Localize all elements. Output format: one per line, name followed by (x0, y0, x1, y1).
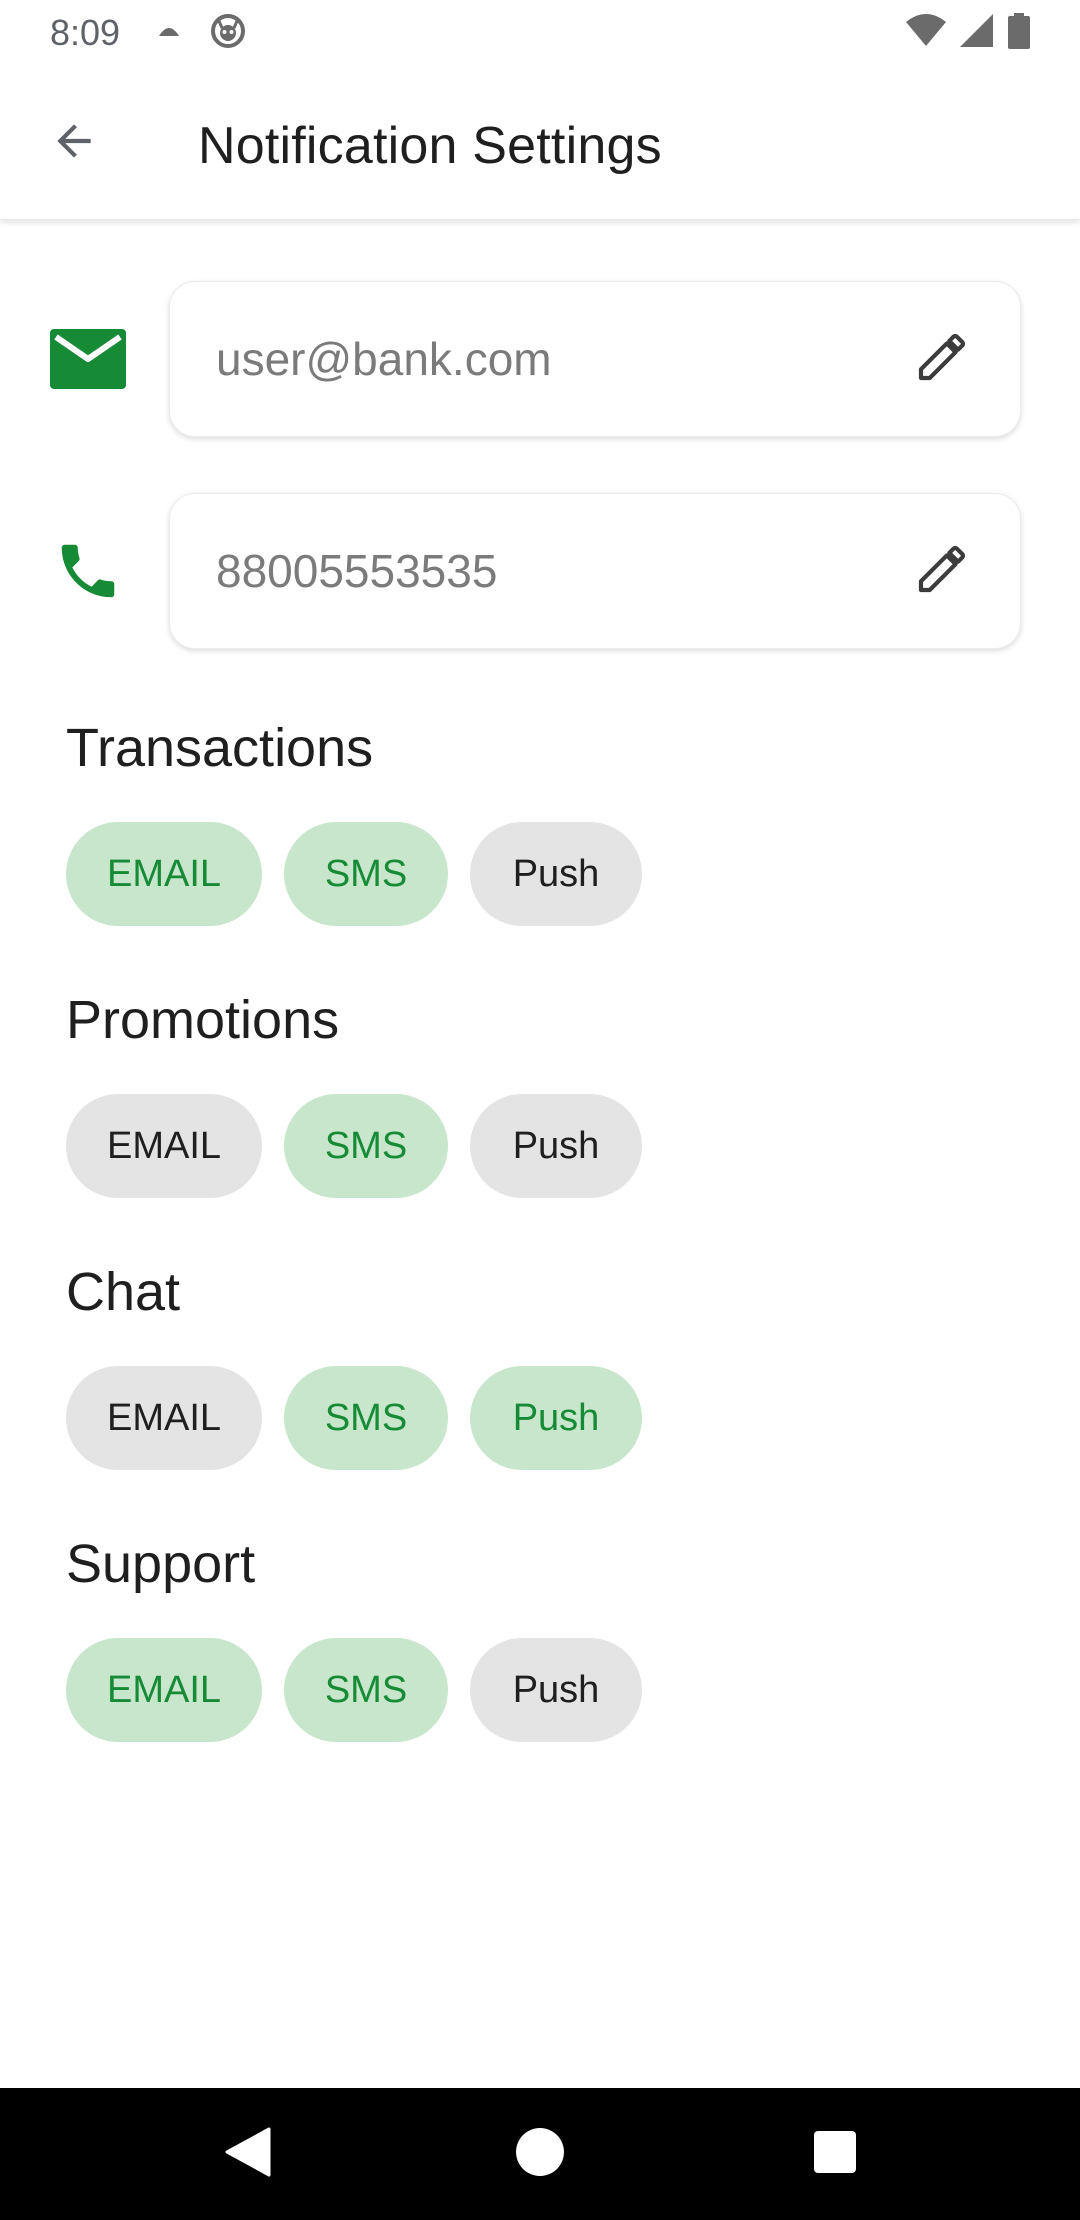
home-circle-icon (514, 2126, 566, 2183)
email-field[interactable]: user@bank.com (169, 281, 1021, 437)
category-chat: Chat EMAIL SMS Push (66, 1256, 642, 1470)
phone-value: 88005553535 (216, 545, 498, 597)
channel-chips: EMAIL SMS Push (66, 1094, 642, 1198)
mail-icon (50, 321, 126, 397)
channel-chips: EMAIL SMS Push (66, 1638, 642, 1742)
back-button[interactable] (44, 113, 104, 173)
category-title: Chat (66, 1262, 181, 1322)
chip-support-email[interactable]: EMAIL (66, 1638, 262, 1742)
chip-support-push[interactable]: Push (470, 1638, 642, 1742)
edit-phone-button[interactable] (912, 541, 972, 601)
category-title: Promotions (66, 990, 340, 1050)
chip-support-sms[interactable]: SMS (284, 1638, 448, 1742)
chip-promotions-push[interactable]: Push (470, 1094, 642, 1198)
wifi-icon (906, 13, 946, 53)
cellular-signal-icon (960, 13, 994, 53)
pencil-icon (914, 329, 970, 390)
category-title: Support (66, 1534, 256, 1594)
category-support: Support EMAIL SMS Push (66, 1528, 642, 1742)
channel-chips: EMAIL SMS Push (66, 1366, 642, 1470)
nav-back-button[interactable] (188, 2088, 308, 2220)
category-transactions: Transactions EMAIL SMS Push (66, 712, 642, 926)
back-triangle-icon (225, 2127, 271, 2182)
pencil-icon (914, 541, 970, 602)
phone-icon (50, 533, 126, 609)
app-bar: Notification Settings (0, 66, 1080, 220)
chip-transactions-sms[interactable]: SMS (284, 822, 448, 926)
chip-chat-sms[interactable]: SMS (284, 1366, 448, 1470)
nav-recents-button[interactable] (775, 2088, 895, 2220)
chip-transactions-push[interactable]: Push (470, 822, 642, 926)
edit-email-button[interactable] (912, 329, 972, 389)
phone-field[interactable]: 88005553535 (169, 493, 1021, 649)
chip-chat-email[interactable]: EMAIL (66, 1366, 262, 1470)
page-title: Notification Settings (198, 117, 662, 175)
channel-chips: EMAIL SMS Push (66, 822, 642, 926)
robot-notification-icon (210, 13, 246, 54)
battery-icon (1008, 12, 1030, 54)
email-value: user@bank.com (216, 333, 552, 385)
arrow-back-icon (49, 116, 99, 171)
chip-chat-push[interactable]: Push (470, 1366, 642, 1470)
category-promotions: Promotions EMAIL SMS Push (66, 984, 642, 1198)
phone-contact-row: 88005553535 (0, 493, 1080, 649)
notification-settings-screen: 8:09 Notification Settings user@bank.com… (0, 0, 1080, 2220)
status-time: 8:09 (50, 12, 121, 53)
chip-transactions-email[interactable]: EMAIL (66, 822, 262, 926)
category-title: Transactions (66, 718, 374, 778)
recents-square-icon (813, 2130, 857, 2179)
chip-promotions-email[interactable]: EMAIL (66, 1094, 262, 1198)
system-navigation-bar (0, 2088, 1080, 2220)
umbrella-notification-icon (158, 24, 180, 43)
status-bar: 8:09 (0, 0, 1080, 66)
email-contact-row: user@bank.com (0, 281, 1080, 437)
chip-promotions-sms[interactable]: SMS (284, 1094, 448, 1198)
nav-home-button[interactable] (480, 2088, 600, 2220)
